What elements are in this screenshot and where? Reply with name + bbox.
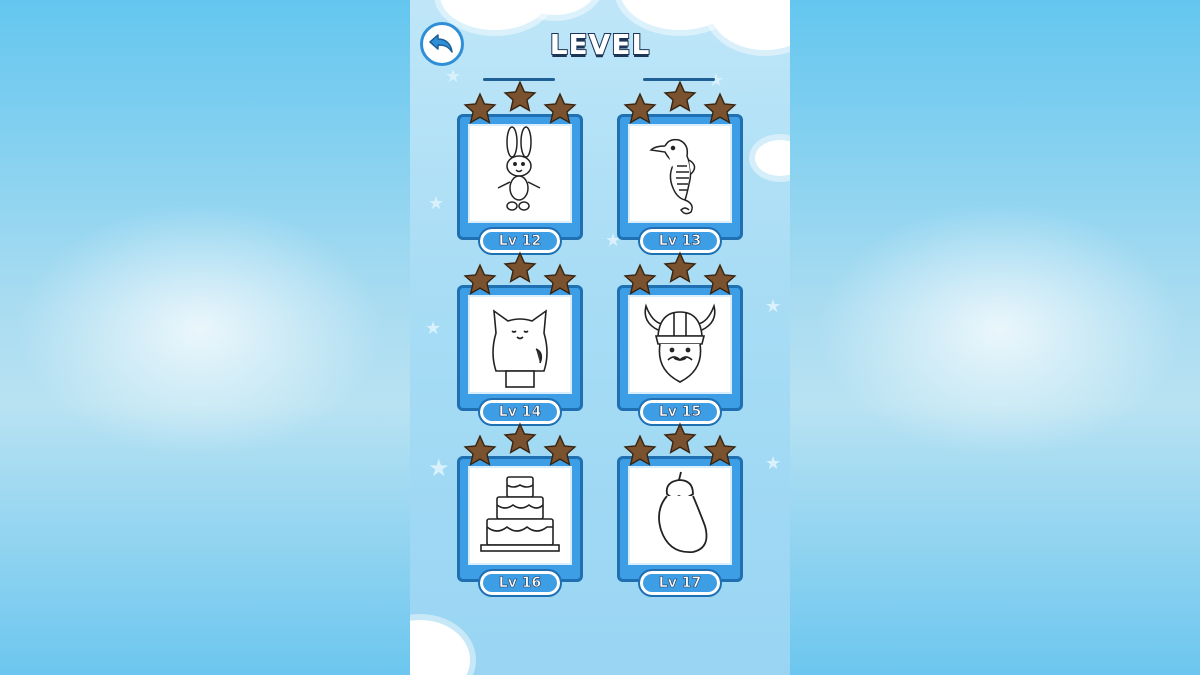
star-icon	[543, 263, 577, 295]
cat-icon	[492, 308, 548, 388]
cloud-decoration	[755, 140, 790, 176]
cloud-decoration	[410, 620, 470, 675]
star-rating	[457, 80, 583, 126]
level-card-15[interactable]: Lv 15	[617, 251, 743, 426]
star-rating	[457, 422, 583, 468]
star-icon	[623, 92, 657, 124]
star-icon	[503, 251, 537, 283]
card-picture	[628, 124, 732, 223]
star-icon	[703, 434, 737, 466]
card-picture	[628, 295, 732, 394]
level-label: Lv 17	[638, 569, 722, 597]
background-star-icon: ★	[765, 296, 782, 317]
viking-icon	[644, 302, 716, 383]
star-icon	[543, 434, 577, 466]
level-label: Lv 15	[638, 398, 722, 426]
seahorse-icon	[649, 138, 696, 214]
card-picture	[468, 466, 572, 565]
level-label: Lv 12	[478, 227, 562, 255]
level-card-16[interactable]: Lv 16	[457, 422, 583, 597]
star-icon	[463, 92, 497, 124]
background-star-icon: ★	[428, 193, 445, 214]
card-picture	[468, 124, 572, 223]
star-icon	[503, 80, 537, 112]
background-star-icon: ★	[445, 66, 462, 87]
level-card-13[interactable]: Lv 13	[617, 80, 743, 255]
star-icon	[663, 422, 697, 454]
background-star-icon: ★	[708, 70, 725, 91]
star-icon	[623, 434, 657, 466]
star-rating	[617, 422, 743, 468]
bunny-icon	[497, 125, 541, 211]
level-label: Lv 16	[478, 569, 562, 597]
star-rating	[617, 80, 743, 126]
level-card-17[interactable]: Lv 17	[617, 422, 743, 597]
background-star-icon: ★	[765, 453, 782, 474]
star-icon	[663, 80, 697, 112]
cake-icon	[480, 475, 560, 552]
card-picture	[628, 466, 732, 565]
card-frame	[617, 114, 743, 240]
star-icon	[703, 92, 737, 124]
card-picture	[468, 295, 572, 394]
star-icon	[703, 263, 737, 295]
level-card-12[interactable]: Lv 12	[457, 80, 583, 255]
card-frame	[457, 285, 583, 411]
card-frame	[617, 285, 743, 411]
background-star-icon: ★	[428, 454, 450, 482]
level-label: Lv 14	[478, 398, 562, 426]
star-icon	[463, 434, 497, 466]
eggplant-icon	[658, 471, 708, 553]
screen-title: LEVEL	[549, 27, 651, 62]
level-label: Lv 13	[638, 227, 722, 255]
star-icon	[463, 263, 497, 295]
game-screen: ★ ★ ★ ★ ★ ★ ★ ★ LEVEL Lv 12 Lv 13 Lv 14 …	[410, 0, 790, 675]
star-icon	[503, 422, 537, 454]
star-icon	[543, 92, 577, 124]
star-icon	[623, 263, 657, 295]
card-frame	[457, 114, 583, 240]
star-rating	[617, 251, 743, 297]
star-icon	[663, 251, 697, 283]
card-frame	[617, 456, 743, 582]
star-rating	[457, 251, 583, 297]
level-card-14[interactable]: Lv 14	[457, 251, 583, 426]
background-star-icon: ★	[425, 318, 442, 339]
card-frame	[457, 456, 583, 582]
